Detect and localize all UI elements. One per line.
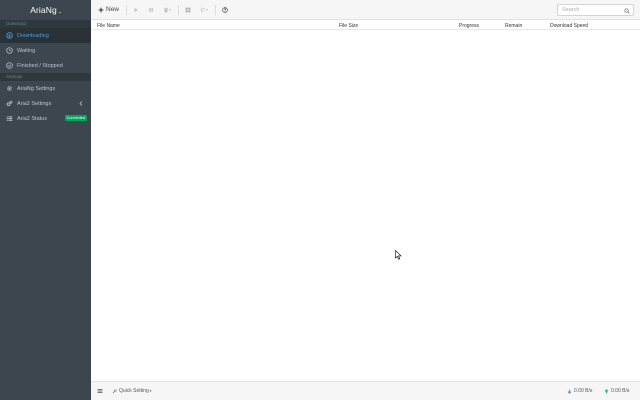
- circle-arrow-down-icon: [6, 32, 13, 39]
- plus-icon: [98, 7, 104, 12]
- arrow-up-icon: [604, 388, 609, 393]
- help-button[interactable]: [220, 4, 230, 16]
- quick-setting-label: Quick Setting: [119, 388, 149, 394]
- sidebar-item-aria2-settings[interactable]: Aria2 Settings: [0, 96, 91, 111]
- sort-button[interactable]: ▾: [198, 4, 210, 16]
- sidebar-item-label: Aria2 Status: [17, 115, 47, 122]
- select-all-button[interactable]: [183, 4, 193, 16]
- clock-icon: [6, 47, 13, 54]
- question-circle-icon: [222, 6, 228, 13]
- sidebar-item-downloading[interactable]: Downloading: [0, 28, 91, 43]
- search-input[interactable]: [562, 7, 624, 13]
- sidebar-item-ariang-settings[interactable]: AriaNg Settings: [0, 81, 91, 96]
- sidebar-item-label: Aria2 Settings: [17, 100, 52, 107]
- pause-icon: [149, 7, 153, 12]
- toolbar-divider: [178, 4, 180, 15]
- new-task-label: New: [106, 6, 120, 13]
- sidebar-item-label: AriaNg Settings: [17, 85, 56, 92]
- sidebar-item-label: Finished / Stopped: [17, 62, 63, 69]
- check-circle-icon: [6, 62, 13, 69]
- start-button[interactable]: [131, 4, 141, 16]
- task-table-header: File Name File Size Progress Remain Down…: [91, 20, 640, 30]
- toolbar-divider: [215, 4, 217, 15]
- sidebar-item-finished-stopped[interactable]: Finished / Stopped: [0, 58, 91, 73]
- column-file-size[interactable]: File Size: [339, 23, 358, 29]
- toolbar-divider: [126, 4, 128, 15]
- column-remain[interactable]: Remain: [505, 23, 522, 29]
- search-icon[interactable]: [624, 8, 630, 14]
- status-badge: Connected: [64, 115, 87, 121]
- caret-down-icon: ▾: [149, 389, 152, 393]
- sidebar-item-label: Downloading: [17, 32, 49, 39]
- caret-down-icon: [58, 11, 61, 13]
- sidebar-item-aria2-status[interactable]: Aria2 Status Connected: [0, 111, 91, 126]
- column-download-speed[interactable]: Download Speed: [550, 23, 588, 29]
- tasks-icon: [6, 115, 13, 122]
- upload-speed: 0.00 B/s: [604, 388, 629, 394]
- download-speed-value: 0.00 B/s: [574, 388, 593, 394]
- column-progress[interactable]: Progress: [459, 23, 479, 29]
- delete-button[interactable]: ▾: [161, 4, 173, 16]
- sidebar-item-waiting[interactable]: Waiting: [0, 43, 91, 58]
- gear-icon: [6, 85, 13, 92]
- hamburger-menu-icon[interactable]: [97, 388, 103, 394]
- arrow-down-icon: [567, 389, 572, 394]
- grid-icon: [185, 7, 191, 12]
- column-file-name[interactable]: File Name: [97, 23, 120, 29]
- new-task-button[interactable]: New: [96, 4, 121, 16]
- app-title: AriaNg: [30, 5, 57, 15]
- app-brand[interactable]: AriaNg: [0, 0, 91, 20]
- mouse-cursor-icon: [395, 250, 402, 260]
- footer: Quick Setting ▾ 0.00 B/s 0.00 B/s: [91, 381, 640, 400]
- quick-setting-button[interactable]: Quick Setting ▾: [112, 388, 152, 394]
- search-box[interactable]: [557, 4, 634, 16]
- play-icon: [134, 7, 138, 12]
- chevron-left-icon[interactable]: [78, 100, 84, 107]
- task-list: [91, 30, 640, 381]
- upload-speed-value: 0.00 B/s: [611, 388, 630, 394]
- wrench-icon: [112, 388, 117, 393]
- sidebar: AriaNg Download Downloading Waiting Fini…: [0, 0, 91, 400]
- chevron-down-icon: ▾: [169, 7, 172, 12]
- download-speed: 0.00 B/s: [567, 388, 592, 394]
- sidebar-item-label: Waiting: [17, 47, 36, 54]
- section-header-settings: Settings: [0, 73, 91, 81]
- toolbar: New ▾ ▾: [91, 0, 640, 20]
- gears-icon: [6, 100, 13, 107]
- section-header-download: Download: [0, 20, 91, 28]
- pause-button[interactable]: [146, 4, 156, 16]
- chevron-down-icon: ▾: [206, 7, 209, 12]
